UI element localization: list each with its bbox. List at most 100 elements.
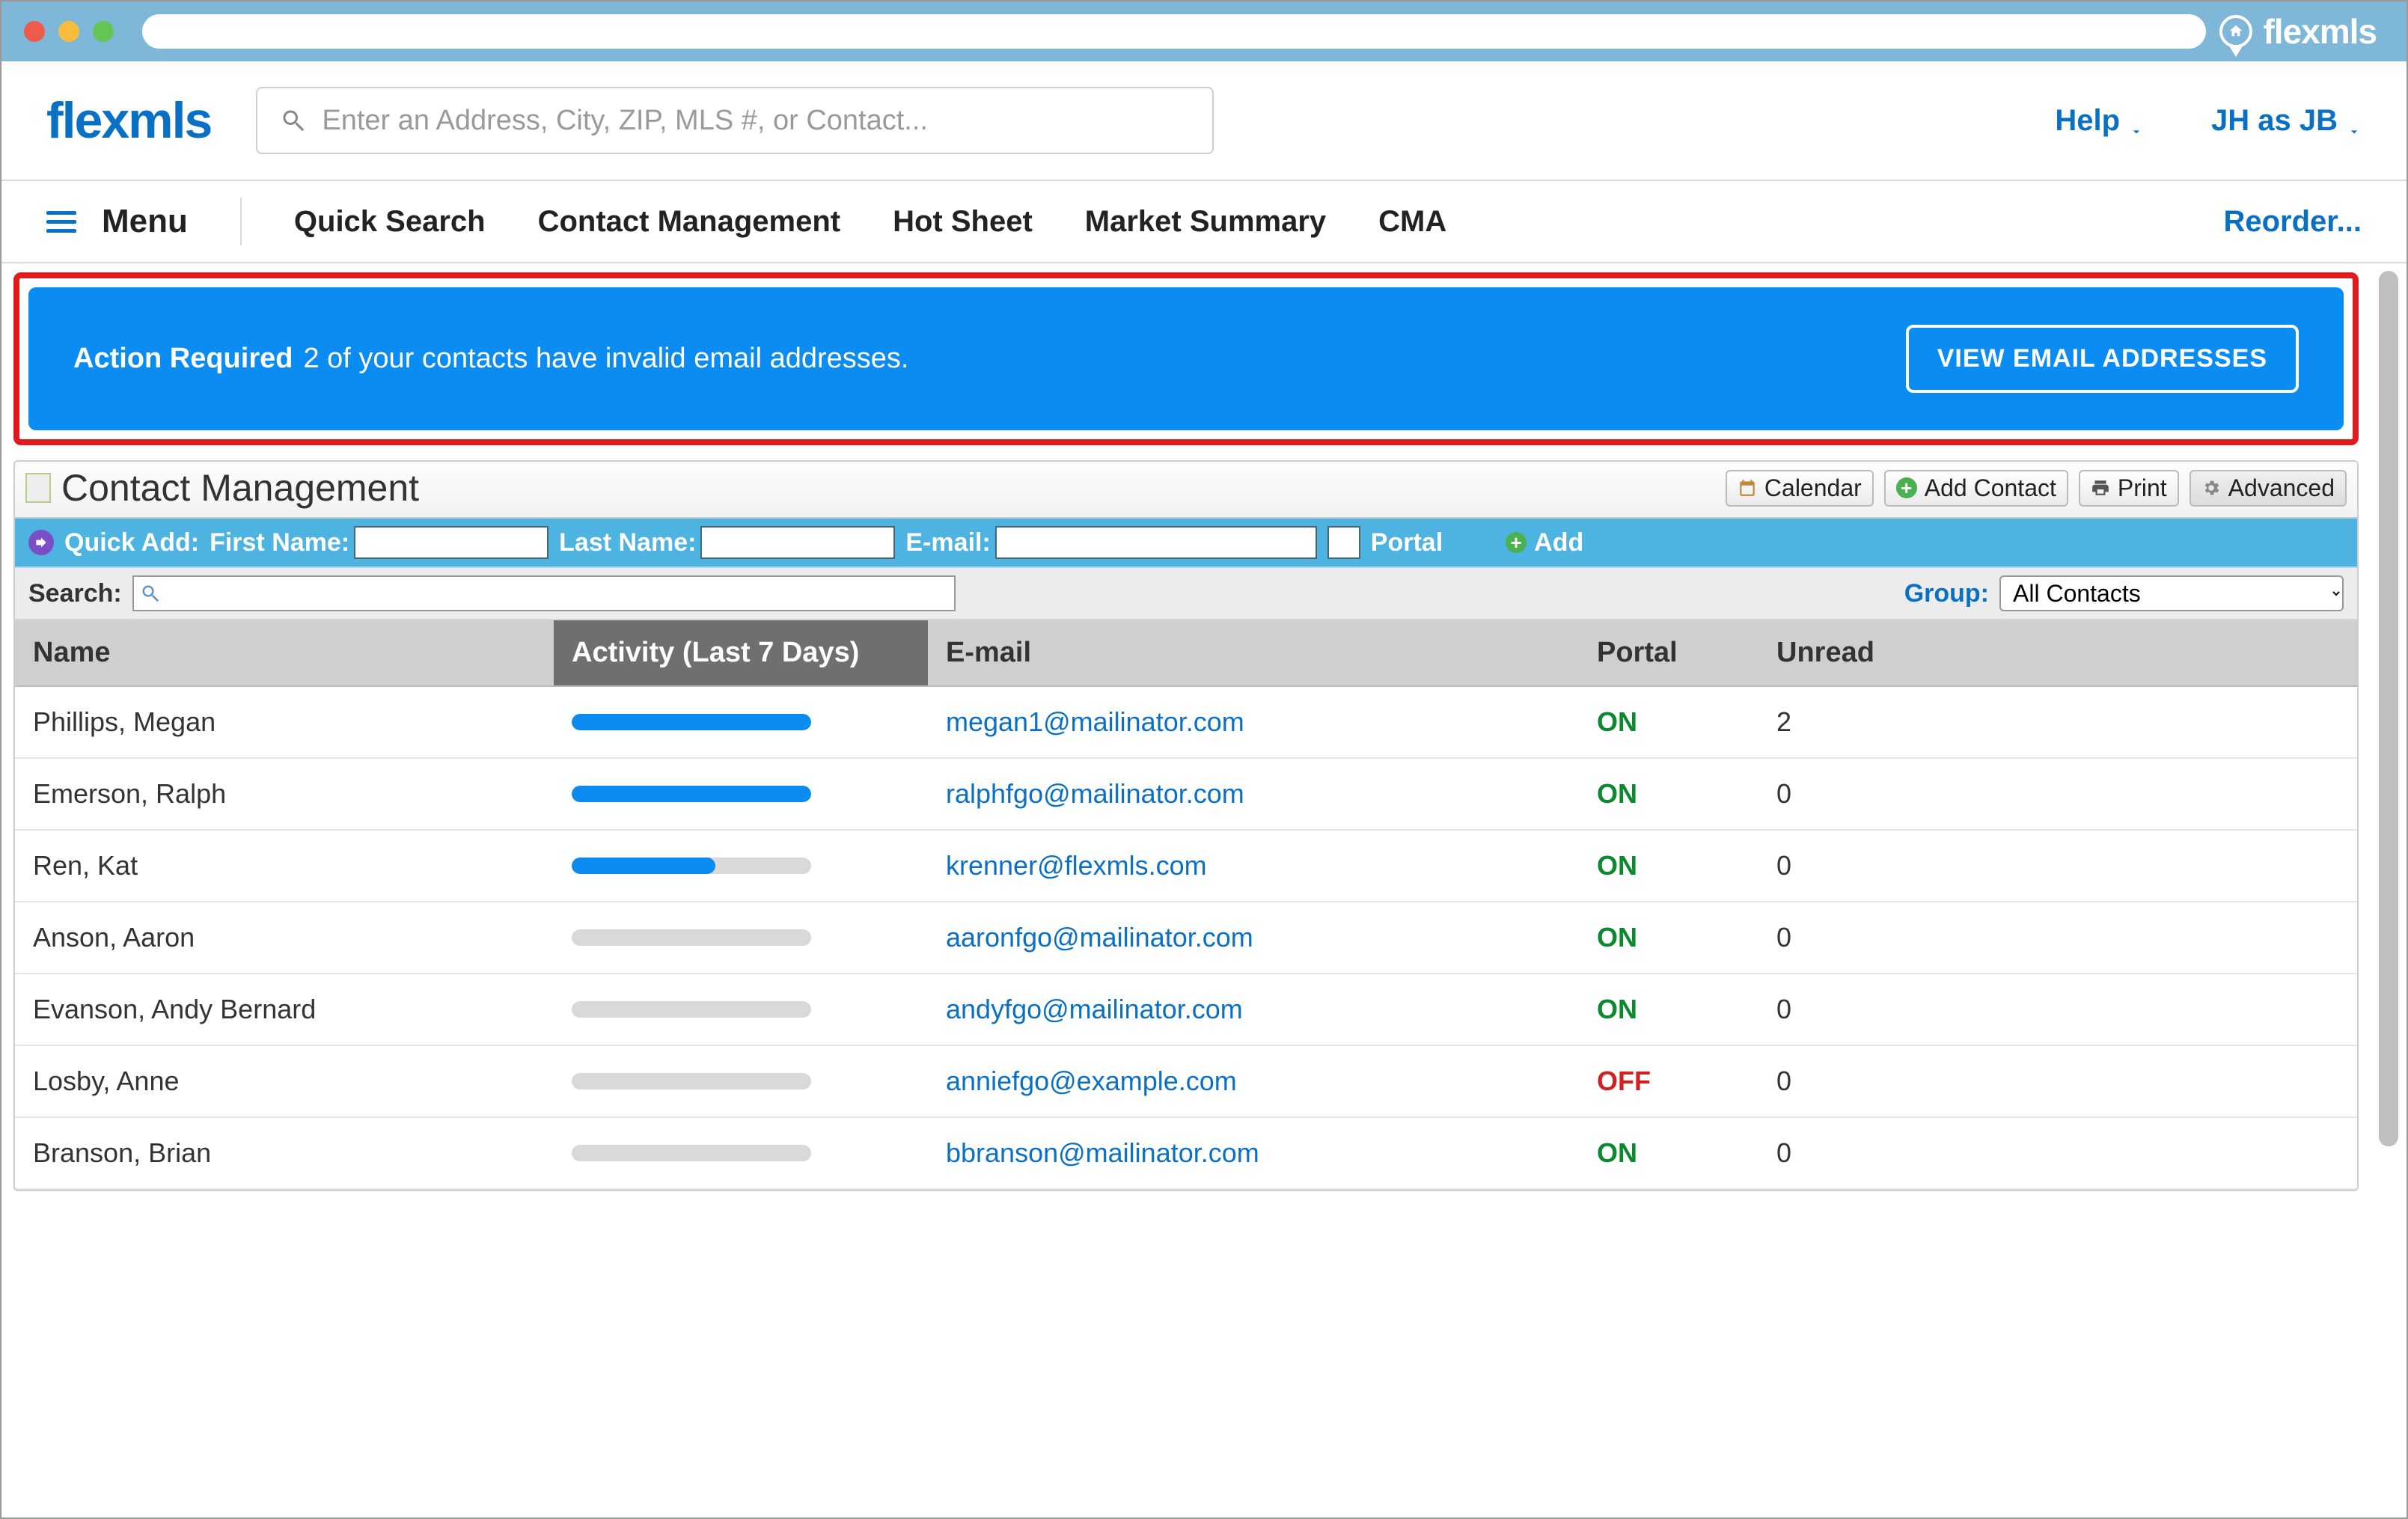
cell-email: bbranson@mailinator.com bbox=[928, 1117, 1579, 1189]
table-body: Phillips, Meganmegan1@mailinator.comON2E… bbox=[15, 686, 2357, 1189]
help-menu[interactable]: Help bbox=[2055, 104, 2144, 138]
first-name-input[interactable] bbox=[354, 526, 548, 559]
cell-activity bbox=[554, 686, 928, 758]
email-link[interactable]: megan1@mailinator.com bbox=[946, 706, 1244, 737]
table-row[interactable]: Ren, Katkrenner@flexmls.comON0 bbox=[15, 830, 2357, 902]
add-contact-button[interactable]: + Add Contact bbox=[1884, 470, 2068, 507]
table-row[interactable]: Phillips, Meganmegan1@mailinator.comON2 bbox=[15, 686, 2357, 758]
col-unread[interactable]: Unread bbox=[1758, 620, 2357, 686]
minimize-window-icon[interactable] bbox=[58, 21, 79, 42]
advanced-button[interactable]: Advanced bbox=[2189, 470, 2347, 507]
col-activity[interactable]: Activity (Last 7 Days) bbox=[554, 620, 928, 686]
maximize-window-icon[interactable] bbox=[93, 21, 114, 42]
cell-unread: 2 bbox=[1758, 686, 2357, 758]
browser-url-bar[interactable] bbox=[142, 14, 2206, 49]
quick-add-bar: Quick Add: First Name: Last Name: E-mail… bbox=[15, 519, 2357, 568]
nav-quick-search[interactable]: Quick Search bbox=[294, 205, 486, 239]
email-link[interactable]: krenner@flexmls.com bbox=[946, 850, 1207, 881]
email-link[interactable]: anniefgo@example.com bbox=[946, 1066, 1237, 1096]
cell-name: Anson, Aaron bbox=[15, 902, 554, 974]
portal-label: Portal bbox=[1371, 528, 1443, 557]
cell-activity bbox=[554, 902, 928, 974]
calendar-icon bbox=[1738, 478, 1757, 498]
col-portal[interactable]: Portal bbox=[1579, 620, 1758, 686]
menu-button[interactable]: Menu bbox=[46, 203, 188, 240]
cell-portal: ON bbox=[1579, 686, 1758, 758]
cell-portal: ON bbox=[1579, 758, 1758, 830]
logo[interactable]: flexmls bbox=[46, 91, 211, 150]
user-menu[interactable]: JH as JB bbox=[2211, 104, 2362, 138]
email-link[interactable]: bbranson@mailinator.com bbox=[946, 1137, 1259, 1168]
nav-hot-sheet[interactable]: Hot Sheet bbox=[893, 205, 1033, 239]
quick-add-icon bbox=[28, 530, 54, 555]
email-link[interactable]: andyfgo@mailinator.com bbox=[946, 994, 1243, 1024]
alert-highlight-frame: Action Required 2 of your contacts have … bbox=[13, 272, 2359, 445]
panel-title-text: Contact Management bbox=[61, 466, 419, 510]
nav-reorder[interactable]: Reorder... bbox=[2223, 205, 2362, 239]
brand-logo-right: flexmls bbox=[2219, 11, 2377, 52]
gear-icon bbox=[2201, 478, 2221, 498]
cell-activity bbox=[554, 758, 928, 830]
group-select[interactable]: All Contacts bbox=[1999, 575, 2344, 611]
chevron-down-icon bbox=[2347, 113, 2362, 128]
cell-unread: 0 bbox=[1758, 1117, 2357, 1189]
print-button[interactable]: Print bbox=[2079, 470, 2179, 507]
cell-unread: 0 bbox=[1758, 830, 2357, 902]
table-row[interactable]: Losby, Anneanniefgo@example.comOFF0 bbox=[15, 1045, 2357, 1117]
email-link[interactable]: ralphfgo@mailinator.com bbox=[946, 778, 1244, 809]
add-contact-label: Add Contact bbox=[1925, 474, 2056, 502]
cell-portal: ON bbox=[1579, 1117, 1758, 1189]
cell-unread: 0 bbox=[1758, 758, 2357, 830]
panel-header: Contact Management Calendar + Add Contac… bbox=[15, 462, 2357, 519]
cell-email: krenner@flexmls.com bbox=[928, 830, 1579, 902]
calendar-button[interactable]: Calendar bbox=[1726, 470, 1874, 507]
view-email-addresses-button[interactable]: VIEW EMAIL ADDRESSES bbox=[1906, 325, 2299, 393]
col-email[interactable]: E-mail bbox=[928, 620, 1579, 686]
global-search[interactable] bbox=[256, 87, 1214, 154]
content: Action Required 2 of your contacts have … bbox=[1, 263, 2371, 1518]
content-wrapper: Action Required 2 of your contacts have … bbox=[1, 263, 2407, 1518]
portal-checkbox[interactable] bbox=[1327, 526, 1360, 559]
search-icon bbox=[280, 107, 307, 134]
nav-market-summary[interactable]: Market Summary bbox=[1085, 205, 1326, 239]
plus-icon: + bbox=[1896, 477, 1917, 498]
email-link[interactable]: aaronfgo@mailinator.com bbox=[946, 922, 1253, 953]
last-name-label: Last Name: bbox=[559, 528, 696, 557]
scrollbar[interactable] bbox=[2371, 263, 2407, 1518]
last-name-input[interactable] bbox=[700, 526, 895, 559]
app-window: flexmls flexmls Help JH as JB Menu Quick… bbox=[0, 0, 2408, 1519]
cell-unread: 0 bbox=[1758, 902, 2357, 974]
action-required-alert: Action Required 2 of your contacts have … bbox=[28, 287, 2344, 430]
contact-management-panel: Contact Management Calendar + Add Contac… bbox=[13, 460, 2359, 1191]
filter-bar: Search: Group: All Contacts bbox=[15, 568, 2357, 620]
quick-add-label: Quick Add: bbox=[64, 528, 199, 557]
cell-unread: 0 bbox=[1758, 1045, 2357, 1117]
alert-text: 2 of your contacts have invalid email ad… bbox=[303, 343, 908, 375]
cell-email: aaronfgo@mailinator.com bbox=[928, 902, 1579, 974]
scroll-thumb[interactable] bbox=[2379, 271, 2398, 1146]
col-name[interactable]: Name bbox=[15, 620, 554, 686]
main-nav: Menu Quick Search Contact Management Hot… bbox=[1, 181, 2407, 263]
nav-cma[interactable]: CMA bbox=[1378, 205, 1446, 239]
global-search-input[interactable] bbox=[322, 105, 1190, 137]
header-right: Help JH as JB bbox=[2055, 104, 2362, 138]
contact-search-box[interactable] bbox=[132, 575, 956, 611]
menu-label: Menu bbox=[102, 203, 188, 240]
quick-add-button-label: Add bbox=[1534, 528, 1583, 557]
table-row[interactable]: Evanson, Andy Bernardandyfgo@mailinator.… bbox=[15, 974, 2357, 1045]
quick-add-button[interactable]: + Add bbox=[1506, 528, 1583, 557]
cell-portal: ON bbox=[1579, 974, 1758, 1045]
window-titlebar: flexmls bbox=[1, 1, 2407, 61]
table-row[interactable]: Emerson, Ralphralphfgo@mailinator.comON0 bbox=[15, 758, 2357, 830]
table-row[interactable]: Branson, Brianbbranson@mailinator.comON0 bbox=[15, 1117, 2357, 1189]
brand-pin-icon bbox=[2219, 15, 2252, 48]
close-window-icon[interactable] bbox=[24, 21, 45, 42]
table-row[interactable]: Anson, Aaronaaronfgo@mailinator.comON0 bbox=[15, 902, 2357, 974]
email-input[interactable] bbox=[995, 526, 1317, 559]
first-name-label: First Name: bbox=[210, 528, 349, 557]
cell-unread: 0 bbox=[1758, 974, 2357, 1045]
user-label: JH as JB bbox=[2211, 104, 2338, 138]
nav-contact-management[interactable]: Contact Management bbox=[538, 205, 841, 239]
cell-activity bbox=[554, 1045, 928, 1117]
group-label: Group: bbox=[1904, 579, 1989, 608]
